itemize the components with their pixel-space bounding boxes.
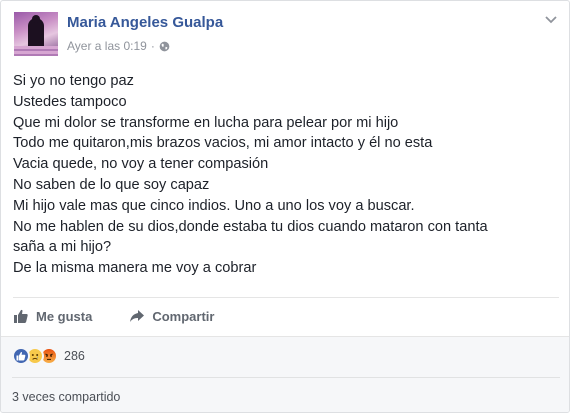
author-name[interactable]: Maria Angeles Gualpa (67, 14, 223, 31)
share-arrow-icon (130, 310, 145, 322)
post-line: Ustedes tampoco (13, 93, 127, 110)
actions-divider (13, 297, 559, 298)
like-reaction-icon (12, 347, 30, 365)
share-label: Compartir (152, 308, 215, 324)
post-card: Maria Angeles Gualpa Ayer a las 0:19 · S… (0, 0, 570, 413)
share-button[interactable]: Compartir (129, 308, 214, 324)
share-count[interactable]: 3 veces compartido (12, 390, 120, 404)
post-line: Vacia quede, no voy a tener compasión (13, 156, 269, 173)
post-line: Mi hijo vale mas que cinco indios. Uno a… (13, 197, 415, 214)
post-line: saña a mi hijo? (13, 239, 112, 256)
post-line: No me hablen de su dios,donde estaba tu … (13, 218, 488, 235)
action-bar: Me gusta Compartir (13, 304, 251, 328)
reaction-count[interactable]: 286 (64, 349, 85, 363)
post-footer: 286 3 veces compartido (1, 336, 569, 412)
post-line: Todo me quitaron,mis brazos vacios, mi a… (13, 135, 433, 152)
post-line: De la misma manera me voy a cobrar (13, 260, 257, 277)
reactions-summary[interactable]: 286 (12, 347, 85, 365)
thumbs-up-icon (14, 309, 28, 323)
like-label: Me gusta (36, 308, 93, 324)
like-button[interactable]: Me gusta (13, 308, 92, 324)
post-timestamp[interactable]: Ayer a las 0:19 (67, 39, 147, 53)
globe-icon[interactable] (159, 41, 170, 52)
post-line: Que mi dolor se transforme en lucha para… (13, 114, 399, 131)
post-line: Si yo no tengo paz (13, 73, 134, 89)
chevron-down-icon[interactable] (544, 15, 558, 25)
post-meta: Ayer a las 0:19 · (67, 39, 170, 53)
footer-divider (12, 377, 560, 378)
post-line: No saben de lo que soy capaz (13, 176, 210, 193)
meta-separator: · (150, 39, 155, 53)
author-avatar[interactable] (14, 12, 58, 56)
post-text: Si yo no tengo paz Ustedes tampoco Que m… (13, 71, 563, 279)
